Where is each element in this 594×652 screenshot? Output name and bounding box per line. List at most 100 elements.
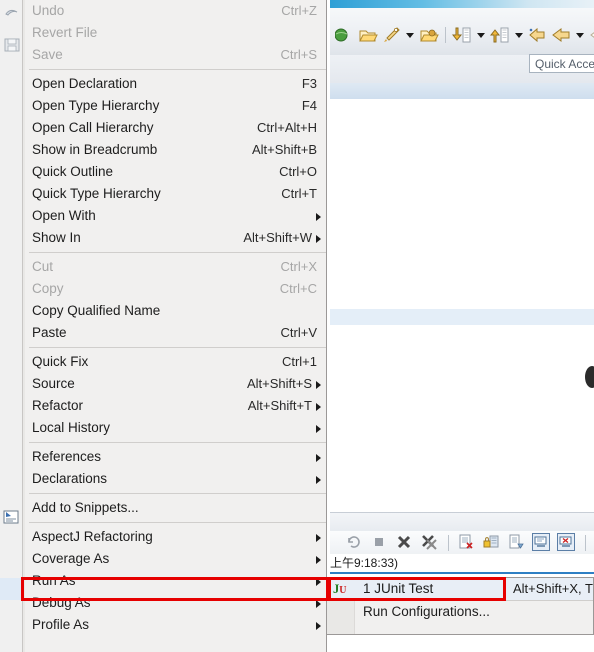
menu-item-local-history[interactable]: Local History <box>27 417 326 439</box>
menu-item-shortcut: Alt+Shift+W <box>243 230 312 245</box>
menu-item-label: Show In <box>32 230 81 245</box>
editor-context-menu[interactable]: Undo Ctrl+Z Revert File Save Ctrl+S Open Decl… <box>22 0 327 652</box>
dropdown-caret-icon[interactable] <box>477 32 485 38</box>
menu-item-show-in[interactable]: Show In Alt+Shift+W <box>27 227 326 249</box>
back-arrow-icon[interactable] <box>528 25 548 45</box>
menu-separator <box>29 252 326 253</box>
menu-item-label: Cut <box>32 259 54 274</box>
editor-highlighted-line <box>330 309 594 325</box>
undo-icon <box>3 6 21 24</box>
menu-item-shortcut: Ctrl+C <box>279 281 317 296</box>
dropdown-caret-icon[interactable] <box>576 32 584 38</box>
open-folder-icon[interactable] <box>358 25 378 45</box>
menu-item-profile-as[interactable]: Profile As <box>27 614 326 636</box>
add-to-snippets-icon <box>2 508 20 526</box>
display-selected-console-icon[interactable] <box>532 533 552 553</box>
menu-item-shortcut: Ctrl+Z <box>281 3 317 18</box>
menu-item-label: Open Type Hierarchy <box>32 98 160 113</box>
console-toolbar-icons[interactable] <box>345 533 594 553</box>
remove-launch-icon[interactable] <box>395 533 415 553</box>
submenu-item-run-configurations[interactable]: Run Configurations... <box>327 601 593 623</box>
menu-item-list[interactable]: Undo Ctrl+Z Revert File Save Ctrl+S Open Decl… <box>27 0 326 636</box>
submenu-item-list[interactable]: JU 1 JUnit Test Alt+Shift+X, T Run Configur… <box>327 578 593 623</box>
menu-item-shortcut: Alt+Shift+T <box>247 398 312 413</box>
remove-all-launches-icon[interactable] <box>420 533 440 553</box>
submenu-item-label: 1 JUnit Test <box>363 581 434 596</box>
window-title-bar <box>330 0 594 8</box>
submenu-item-1-junit-test[interactable]: JU 1 JUnit Test Alt+Shift+X, T <box>327 578 593 600</box>
menu-item-paste[interactable]: Paste Ctrl+V <box>27 322 326 344</box>
menu-item-quick-fix[interactable]: Quick Fix Ctrl+1 <box>27 351 326 373</box>
lock-scroll-icon[interactable] <box>482 533 502 553</box>
open-console-icon[interactable] <box>557 533 577 553</box>
menu-item-shortcut: Ctrl+X <box>280 259 317 274</box>
menu-item-save: Save Ctrl+S <box>27 44 326 66</box>
menu-item-label: Copy <box>32 281 64 296</box>
menu-item-label: References <box>32 449 102 464</box>
menu-item-label: Profile As <box>32 617 90 632</box>
menu-item-show-in-breadcrumb[interactable]: Show in Breadcrumb Alt+Shift+B <box>27 139 326 161</box>
menu-item-label: Paste <box>32 325 67 340</box>
menu-separator <box>29 522 326 523</box>
menu-item-open-declaration[interactable]: Open Declaration F3 <box>27 73 326 95</box>
submenu-arrow-icon <box>316 600 321 608</box>
menu-item-label: Quick Type Hierarchy <box>32 186 161 201</box>
menu-item-label: AspectJ Refactoring <box>32 529 153 544</box>
toolbar-separator <box>448 535 449 551</box>
menu-separator <box>29 347 326 348</box>
clear-console-icon[interactable] <box>457 533 477 553</box>
quick-access-input[interactable]: Quick Acce <box>529 54 594 73</box>
menu-item-quick-outline[interactable]: Quick Outline Ctrl+O <box>27 161 326 183</box>
menu-item-source[interactable]: Source Alt+Shift+S <box>27 373 326 395</box>
menu-item-label: Coverage As <box>32 551 110 566</box>
menu-item-label: Undo <box>32 3 65 18</box>
scroll-marker-icon <box>585 366 594 388</box>
menu-item-debug-as[interactable]: Debug As <box>27 592 326 614</box>
forward-arrow-icon[interactable] <box>551 25 571 45</box>
menu-item-label: Copy Qualified Name <box>32 303 161 318</box>
menu-item-shortcut: Ctrl+S <box>280 47 317 62</box>
dropdown-caret-icon[interactable] <box>515 32 523 38</box>
menu-item-label: Refactor <box>32 398 84 413</box>
menu-item-add-to-snippets[interactable]: Add to Snippets... <box>27 497 326 519</box>
menu-item-declarations[interactable]: Declarations <box>27 468 326 490</box>
dropdown-caret-icon[interactable] <box>406 32 414 38</box>
editor-tab-strip[interactable] <box>330 83 594 100</box>
run-rocket-icon[interactable] <box>381 25 401 45</box>
menu-item-coverage-as[interactable]: Coverage As <box>27 548 326 570</box>
screenshot-root: Quick Acce 上午9:18:33) Undo Ctrl+Z Revert… <box>0 0 594 652</box>
menu-item-copy-qualified-name[interactable]: Copy Qualified Name <box>27 300 326 322</box>
pin-console-icon[interactable] <box>507 533 527 553</box>
menu-item-refactor[interactable]: Refactor Alt+Shift+T <box>27 395 326 417</box>
next-arrow-icon[interactable] <box>589 25 594 45</box>
menu-item-label: Open Declaration <box>32 76 138 91</box>
menu-item-shortcut: F3 <box>301 76 317 91</box>
console-view-header <box>330 512 594 533</box>
submenu-arrow-icon <box>316 476 321 484</box>
globe-icon[interactable] <box>334 25 355 45</box>
toolbar-separator <box>445 27 446 43</box>
run-as-submenu[interactable]: JU 1 JUnit Test Alt+Shift+X, T Run Configur… <box>327 577 594 635</box>
menu-item-aspectj-refactoring[interactable]: AspectJ Refactoring <box>27 526 326 548</box>
menu-item-open-call-hierarchy[interactable]: Open Call Hierarchy Ctrl+Alt+H <box>27 117 326 139</box>
main-toolbar-icons[interactable] <box>334 24 594 46</box>
menu-item-label: Revert File <box>32 25 98 40</box>
menu-item-run-as[interactable]: Run As <box>27 570 326 592</box>
menu-item-revert-file: Revert File <box>27 22 326 44</box>
open-type-icon[interactable] <box>419 25 439 45</box>
import-down-icon[interactable] <box>451 25 472 45</box>
menu-item-open-type-hierarchy[interactable]: Open Type Hierarchy F4 <box>27 95 326 117</box>
export-up-icon[interactable] <box>489 25 510 45</box>
menu-item-open-with[interactable]: Open With <box>27 205 326 227</box>
menu-item-label: Open With <box>32 208 96 223</box>
submenu-arrow-icon <box>316 213 321 221</box>
menu-separator <box>29 69 326 70</box>
submenu-arrow-icon <box>316 534 321 542</box>
submenu-arrow-icon <box>316 381 321 389</box>
menu-item-shortcut: F4 <box>301 98 317 113</box>
submenu-arrow-icon <box>316 578 321 586</box>
menu-separator <box>29 442 326 443</box>
menu-item-label: Debug As <box>32 595 91 610</box>
menu-item-quick-type-hierarchy[interactable]: Quick Type Hierarchy Ctrl+T <box>27 183 326 205</box>
menu-item-references[interactable]: References <box>27 446 326 468</box>
